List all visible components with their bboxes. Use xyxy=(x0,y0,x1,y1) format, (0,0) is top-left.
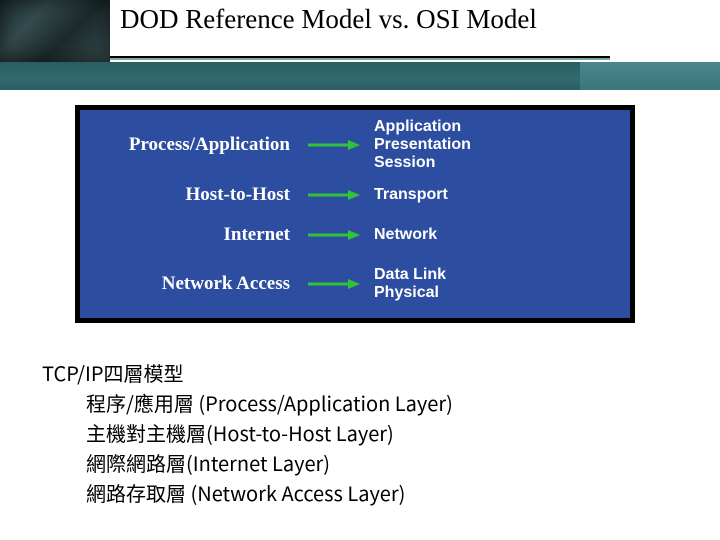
mapping-row-2: Host-to-Host Transport xyxy=(80,184,630,206)
arrow-icon xyxy=(298,277,368,291)
dod-layer-host-to-host: Host-to-Host xyxy=(80,184,298,206)
summary-item-1: 程序/應用層 (Process/Application Layer) xyxy=(86,388,453,418)
decorative-texture xyxy=(0,0,110,62)
arrow-icon xyxy=(298,138,368,152)
summary-item-2: 主機對主機層(Host-to-Host Layer) xyxy=(86,418,453,448)
slide: DOD Reference Model vs. OSI Model Proces… xyxy=(0,0,720,540)
summary-heading: TCP/IP四層模型 xyxy=(42,358,453,388)
osi-layers-datalink-physical: Data Link Physical xyxy=(368,266,630,302)
dod-layer-process-application: Process/Application xyxy=(80,134,298,156)
osi-layer-network: Network xyxy=(368,226,630,244)
mapping-row-4: Network Access Data Link Physical xyxy=(80,266,630,302)
title-underline xyxy=(110,56,610,60)
dod-layer-network-access: Network Access xyxy=(80,273,298,295)
mapping-row-1: Process/Application Application Presenta… xyxy=(80,118,630,172)
dod-layer-internet: Internet xyxy=(80,224,298,246)
comparison-diagram: Process/Application Application Presenta… xyxy=(75,105,635,323)
osi-layer-transport: Transport xyxy=(368,186,630,204)
accent-bar xyxy=(0,62,720,90)
diagram-inner: Process/Application Application Presenta… xyxy=(80,110,630,318)
slide-title: DOD Reference Model vs. OSI Model xyxy=(120,4,537,35)
summary-item-3: 網際網路層(Internet Layer) xyxy=(86,448,453,478)
summary-item-4: 網路存取層 (Network Access Layer) xyxy=(86,478,453,508)
summary-text: TCP/IP四層模型 程序/應用層 (Process/Application L… xyxy=(42,358,453,508)
osi-layers-app-pres-sess: Application Presentation Session xyxy=(368,118,630,172)
arrow-icon xyxy=(298,228,368,242)
mapping-row-3: Internet Network xyxy=(80,224,630,246)
arrow-icon xyxy=(298,188,368,202)
